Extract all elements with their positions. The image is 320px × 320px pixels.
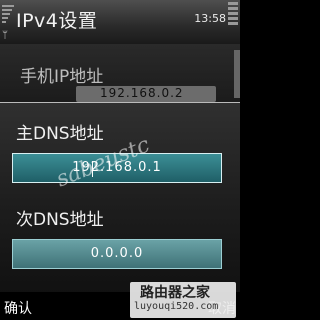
phone-ip-label: 手机IP地址 <box>20 67 104 87</box>
ipv4-settings-screen: ᛘ IPv4设置 13:58 手机IP地址 192.168.0.2 主DNS地址… <box>0 0 240 320</box>
battery-level-icon <box>228 2 238 32</box>
secondary-dns-value: 0.0.0.0 <box>90 246 144 261</box>
status-bar: ᛘ IPv4设置 13:58 <box>0 0 240 44</box>
secondary-dns-input[interactable]: 0.0.0.0 <box>12 239 222 269</box>
signal-strength-icon <box>2 2 16 32</box>
clock: 13:58 <box>194 12 226 25</box>
dns-dialog: 主DNS地址 192.168.0.1 次DNS地址 0.0.0.0 <box>0 102 240 293</box>
watermark-stamp-url: luyouqi520.com <box>134 301 219 312</box>
page-title: IPv4设置 <box>16 10 98 32</box>
watermark-stamp: 路由器之家 luyouqi520.com <box>130 282 236 318</box>
confirm-softkey[interactable]: 确认 <box>4 298 32 318</box>
watermark-stamp-title: 路由器之家 <box>140 285 210 301</box>
phone-ip-value: 192.168.0.2 <box>100 86 184 100</box>
secondary-dns-label: 次DNS地址 <box>16 210 104 230</box>
primary-dns-label: 主DNS地址 <box>16 124 104 144</box>
scrollbar[interactable] <box>234 50 240 98</box>
antenna-icon: ᛘ <box>2 30 8 41</box>
